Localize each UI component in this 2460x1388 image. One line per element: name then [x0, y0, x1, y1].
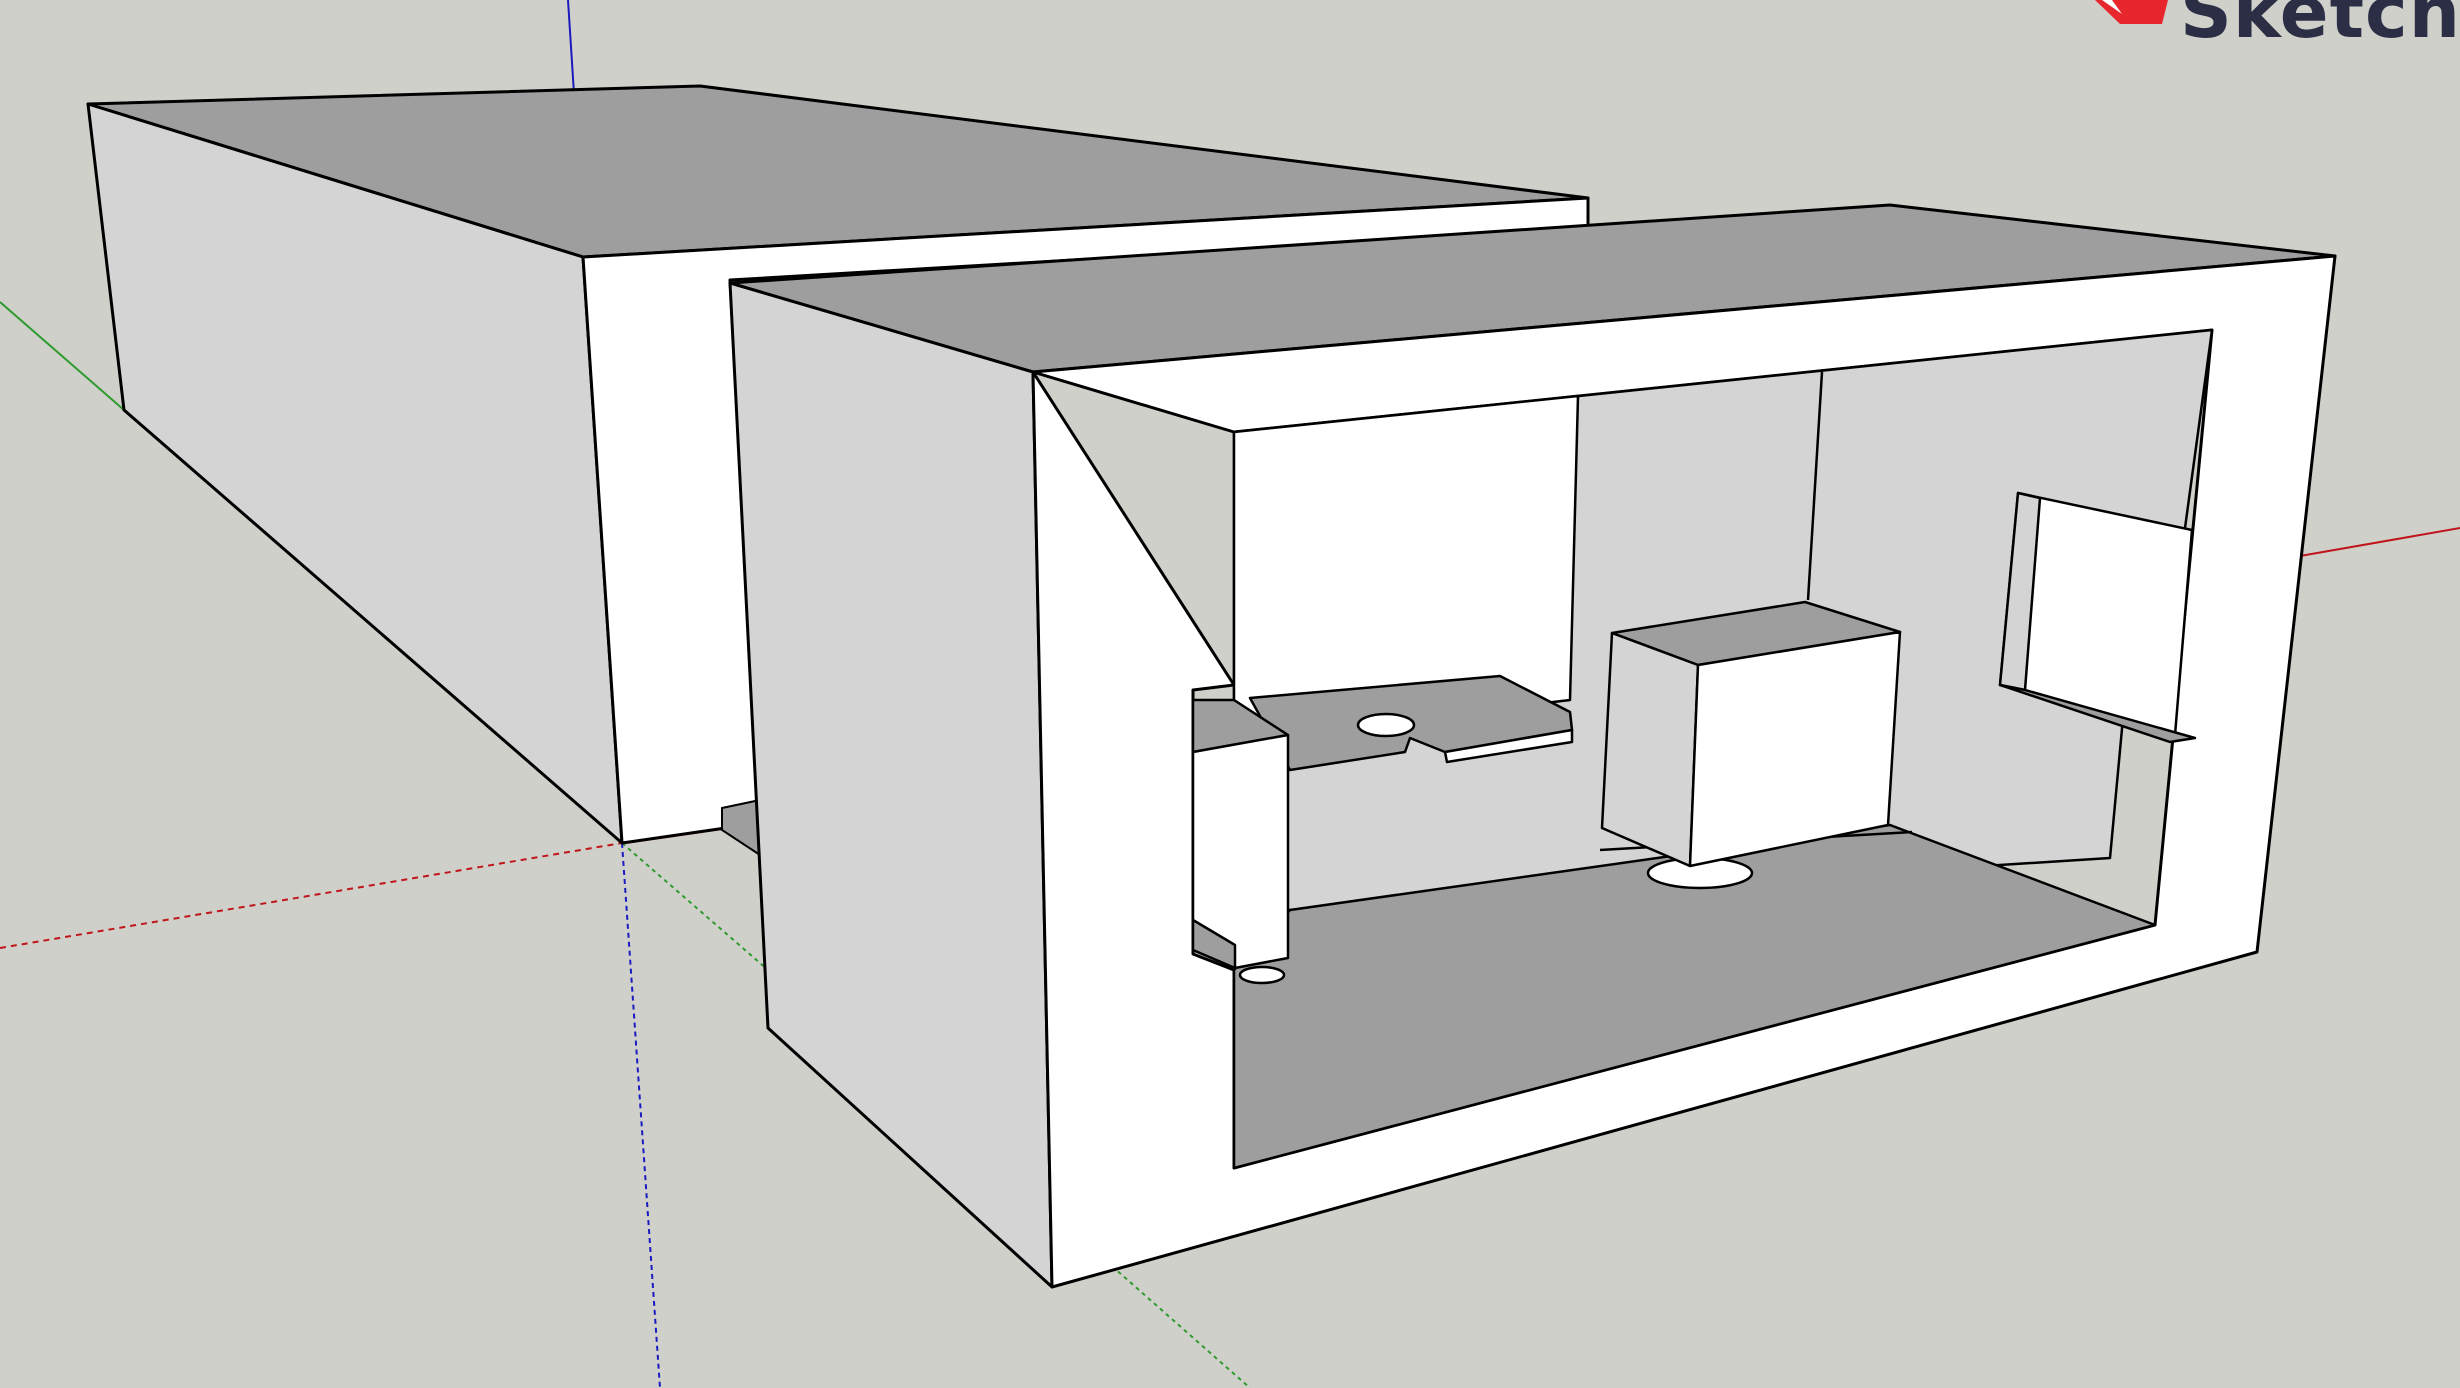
blue-axis-negative — [621, 842, 661, 1388]
red-axis-negative — [0, 842, 623, 949]
front-box-interior — [1191, 328, 2214, 1170]
red-axis-positive-far — [2299, 527, 2460, 557]
base-plate-peek — [721, 798, 761, 857]
model-canvas[interactable] — [0, 0, 2460, 1388]
front-box-left-face — [728, 281, 1054, 1289]
green-axis-negative — [621, 842, 769, 971]
green-axis-positive — [0, 301, 125, 411]
brand-text: Sketchu — [2180, 0, 2460, 54]
3d-viewport[interactable]: Sketchu — [0, 0, 2460, 1388]
interior-cube-side — [1600, 631, 1700, 868]
sketchup-logo-icon — [2095, 0, 2168, 24]
app-brand: Sketchu — [2180, 0, 2460, 54]
